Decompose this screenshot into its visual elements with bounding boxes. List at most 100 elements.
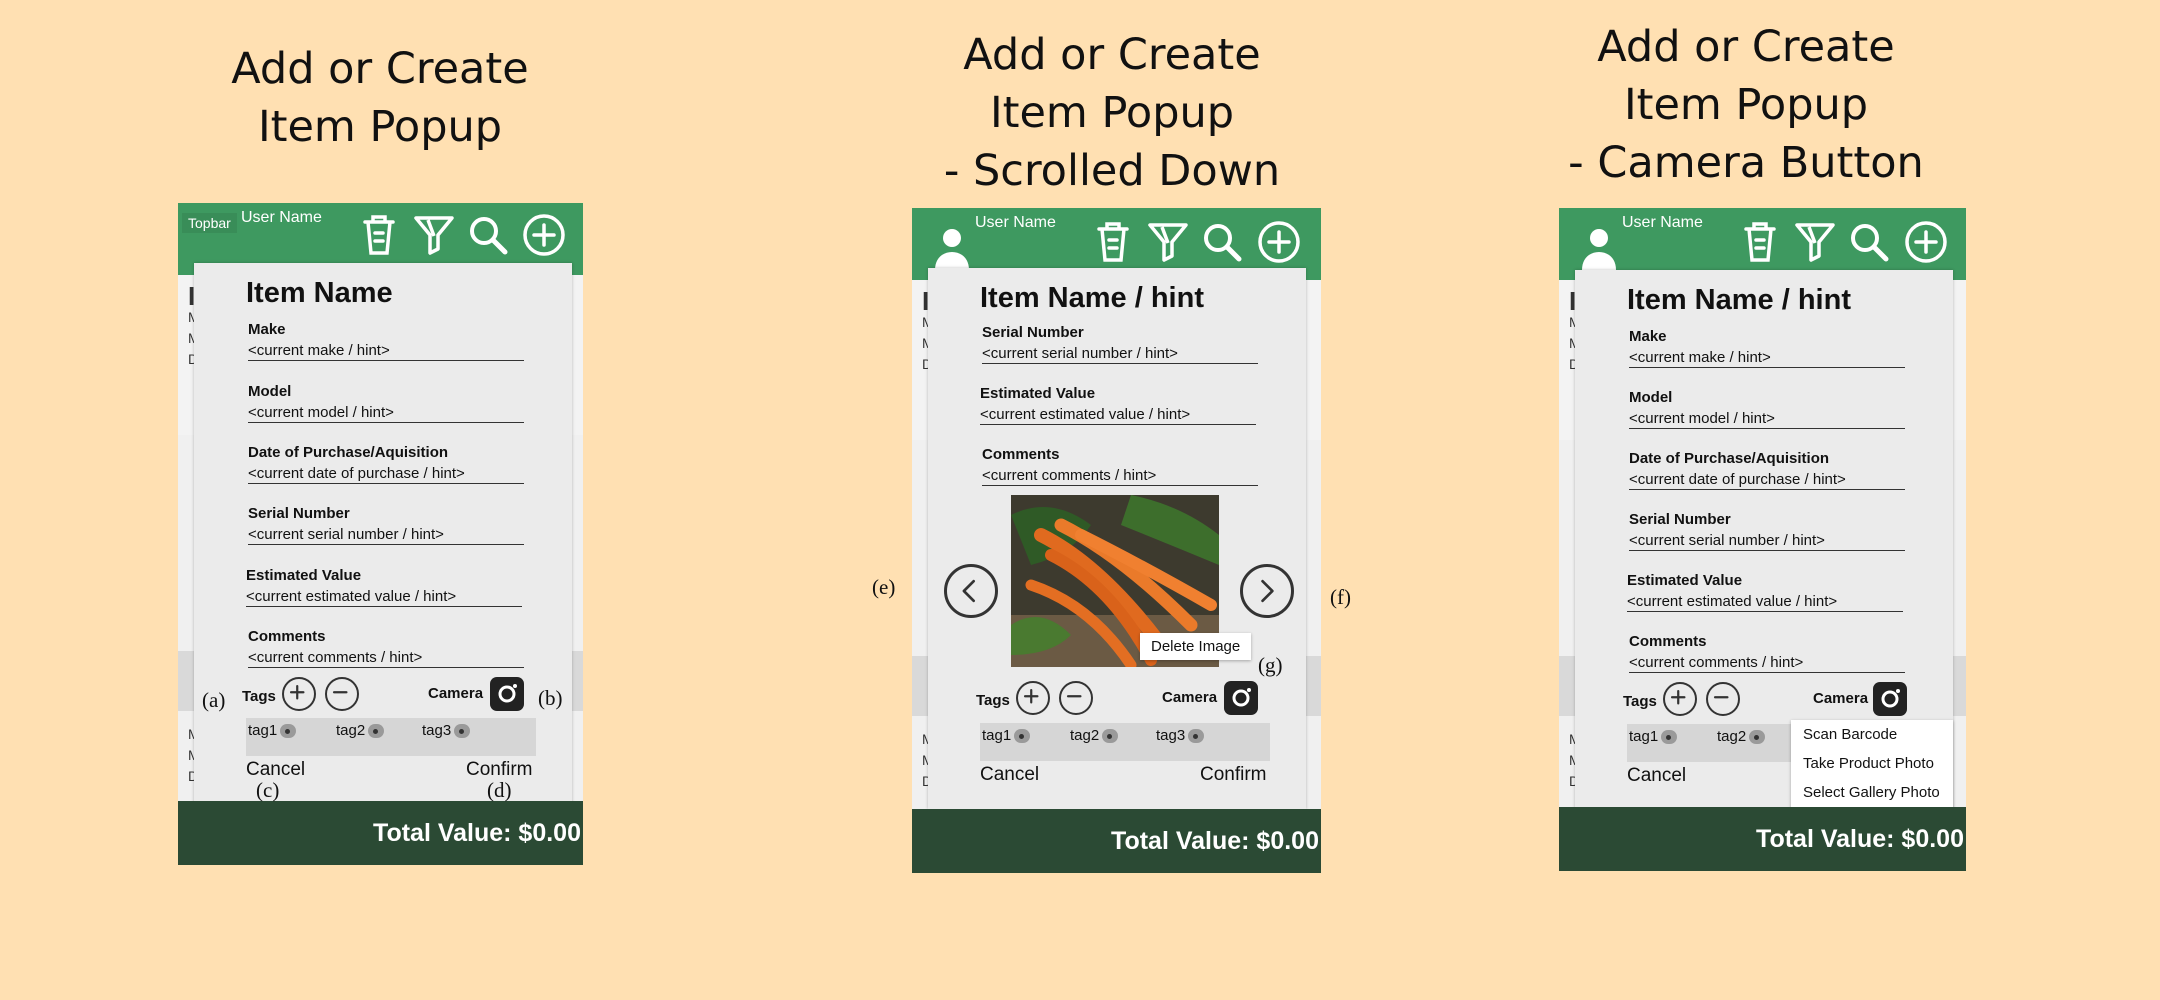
search-icon[interactable] <box>1845 218 1893 266</box>
field-input[interactable]: <current comments / hint> <box>1629 650 1905 673</box>
serial-field[interactable]: Serial Number <current serial number / h… <box>248 505 524 545</box>
tag-chip[interactable]: tag1 <box>1629 728 1678 745</box>
popup-title: Item Name / hint <box>1627 284 1851 316</box>
date-field[interactable]: Date of Purchase/Aquisition <current dat… <box>1629 450 1905 490</box>
confirm-button[interactable]: Confirm <box>1200 764 1267 786</box>
field-input[interactable]: <current model / hint> <box>1629 406 1905 429</box>
add-circle-icon[interactable] <box>1902 218 1950 266</box>
tag-list: tag1 tag2 tag3 <box>980 723 1270 761</box>
field-input[interactable]: <current serial number / hint> <box>248 522 524 545</box>
search-icon[interactable] <box>464 211 512 259</box>
person-icon[interactable] <box>1579 226 1619 270</box>
select-gallery-photo-option[interactable]: Select Gallery Photo <box>1791 778 1953 807</box>
trash-icon[interactable] <box>355 211 403 259</box>
tag-list: tag1 tag2 tag3 <box>246 718 536 756</box>
field-input[interactable]: <current serial number / hint> <box>982 341 1258 364</box>
field-input[interactable]: <current model / hint> <box>248 400 524 423</box>
tag-chip[interactable]: tag3 <box>1156 727 1205 744</box>
delete-image-button[interactable]: Delete Image <box>1140 633 1252 660</box>
remove-tag-icon[interactable] <box>280 724 297 739</box>
model-field[interactable]: Model <current model / hint> <box>248 383 524 423</box>
date-field[interactable]: Date of Purchase/Aquisition <current dat… <box>248 444 524 484</box>
value-field[interactable]: Estimated Value <current estimated value… <box>1627 572 1903 612</box>
screen-title-3: Add or Create Item Popup - Camera Button <box>1568 22 1924 188</box>
next-image-button[interactable] <box>1240 564 1294 618</box>
filter-icon[interactable] <box>410 211 458 259</box>
tag-chip[interactable]: tag2 <box>336 722 385 739</box>
remove-tag-button[interactable] <box>1706 682 1740 716</box>
field-label: Make <box>248 321 286 338</box>
previous-image-button[interactable] <box>944 564 998 618</box>
field-label: Estimated Value <box>980 385 1096 402</box>
tag-chip[interactable]: tag2 <box>1070 727 1119 744</box>
field-input[interactable]: <current make / hint> <box>1629 345 1905 368</box>
remove-tag-button[interactable] <box>325 677 359 711</box>
serial-field[interactable]: Serial Number <current serial number / h… <box>982 324 1258 364</box>
take-product-photo-option[interactable]: Take Product Photo <box>1791 749 1953 778</box>
field-input[interactable]: <current date of purchase / hint> <box>248 461 524 484</box>
value-field[interactable]: Estimated Value <current estimated value… <box>980 385 1256 425</box>
make-field[interactable]: Make <current make / hint> <box>1629 328 1905 368</box>
comments-field[interactable]: Comments <current comments / hint> <box>1629 633 1905 673</box>
tag-chip[interactable]: tag1 <box>982 727 1031 744</box>
field-label: Make <box>1629 328 1667 345</box>
search-icon[interactable] <box>1198 218 1246 266</box>
tag-chip[interactable]: tag3 <box>422 722 471 739</box>
annotation-f: (f) <box>1330 585 1351 609</box>
remove-tag-icon[interactable] <box>1188 729 1205 744</box>
comments-field[interactable]: Comments <current comments / hint> <box>982 446 1258 486</box>
camera-label: Camera <box>1813 690 1869 707</box>
cancel-button[interactable]: Cancel <box>1627 765 1686 787</box>
remove-tag-icon[interactable] <box>1749 730 1766 745</box>
cancel-button[interactable]: Cancel <box>980 764 1039 786</box>
field-input[interactable]: <current comments / hint> <box>982 463 1258 486</box>
user-name: User Name <box>975 214 1056 231</box>
field-input[interactable]: <current estimated value / hint> <box>246 584 522 607</box>
field-input[interactable]: <current comments / hint> <box>248 645 524 668</box>
trash-icon[interactable] <box>1736 218 1784 266</box>
remove-tag-button[interactable] <box>1059 681 1093 715</box>
scan-barcode-option[interactable]: Scan Barcode <box>1791 720 1953 749</box>
make-field[interactable]: Make <current make / hint> <box>248 321 524 361</box>
phone-screen-3: User Name I M M D M M D Item Name / hint… <box>1559 208 1966 871</box>
field-input[interactable]: <current estimated value / hint> <box>980 402 1256 425</box>
annotation-b: (b) <box>538 686 563 710</box>
serial-field[interactable]: Serial Number <current serial number / h… <box>1629 511 1905 551</box>
filter-icon[interactable] <box>1144 218 1192 266</box>
field-label: Estimated Value <box>246 567 362 584</box>
add-tag-button[interactable] <box>1663 682 1697 716</box>
remove-tag-icon[interactable] <box>368 724 385 739</box>
total-value: Total Value: $0.00 <box>373 819 581 847</box>
tags-label: Tags <box>1623 693 1657 710</box>
trash-icon[interactable] <box>1089 218 1137 266</box>
add-circle-icon[interactable] <box>1255 218 1303 266</box>
field-input[interactable]: <current serial number / hint> <box>1629 528 1905 551</box>
camera-button[interactable] <box>490 677 524 711</box>
model-field[interactable]: Model <current model / hint> <box>1629 389 1905 429</box>
field-input[interactable]: <current make / hint> <box>248 338 524 361</box>
camera-button[interactable] <box>1873 682 1907 716</box>
tag-chip[interactable]: tag2 <box>1717 728 1766 745</box>
total-value: Total Value: $0.00 <box>1756 825 1964 853</box>
add-tag-button[interactable] <box>282 677 316 711</box>
field-input[interactable]: <current estimated value / hint> <box>1627 589 1903 612</box>
add-tag-button[interactable] <box>1016 681 1050 715</box>
tag-chip[interactable]: tag1 <box>248 722 297 739</box>
person-icon[interactable] <box>932 226 972 270</box>
field-label: Date of Purchase/Aquisition <box>248 444 449 461</box>
comments-field[interactable]: Comments <current comments / hint> <box>248 628 524 668</box>
field-label: Date of Purchase/Aquisition <box>1629 450 1830 467</box>
add-circle-icon[interactable] <box>520 211 568 259</box>
camera-label: Camera <box>1162 689 1218 706</box>
remove-tag-icon[interactable] <box>454 724 471 739</box>
camera-button[interactable] <box>1224 681 1258 715</box>
value-field[interactable]: Estimated Value <current estimated value… <box>246 567 522 607</box>
field-input[interactable]: <current date of purchase / hint> <box>1629 467 1905 490</box>
annotation-g: (g) <box>1258 653 1283 677</box>
remove-tag-icon[interactable] <box>1661 730 1678 745</box>
remove-tag-icon[interactable] <box>1102 729 1119 744</box>
filter-icon[interactable] <box>1791 218 1839 266</box>
item-popup: Item Name / hint Serial Number <current … <box>928 268 1306 809</box>
field-label: Serial Number <box>982 324 1084 341</box>
remove-tag-icon[interactable] <box>1014 729 1031 744</box>
